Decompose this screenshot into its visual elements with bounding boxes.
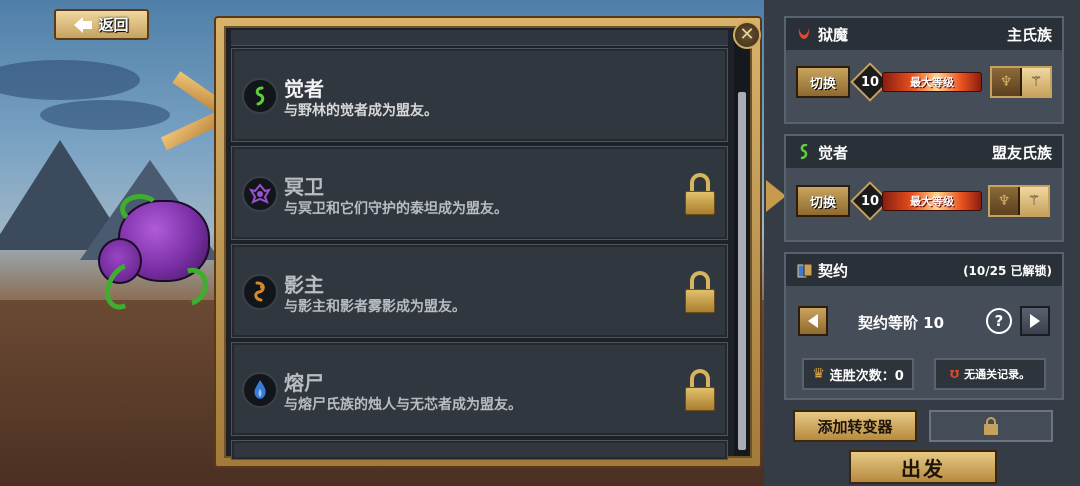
- back-button[interactable]: 返回: [54, 9, 149, 40]
- candle-flame-icon: [242, 372, 278, 408]
- clan-row-partial: [231, 440, 728, 460]
- switch-allied-clan-button[interactable]: 切换: [796, 185, 850, 217]
- clear-record-box: Ʊ 无通关记录。: [934, 358, 1046, 390]
- covenant-rank-decrease-button[interactable]: [798, 306, 828, 336]
- clan-description: 与冥卫和它们守护的泰坦成为盟友。: [284, 201, 508, 217]
- allied-clan-level: 10: [860, 193, 880, 209]
- back-button-label: 返回: [98, 16, 129, 34]
- primary-clan-header: 狱魔 主氏族: [786, 18, 1062, 50]
- allied-clan-name: 觉者: [818, 143, 849, 162]
- scrollbar-thumb[interactable]: [738, 92, 746, 450]
- demon-horns-icon: [796, 26, 812, 42]
- help-icon[interactable]: ?: [986, 308, 1012, 334]
- clan-pair-icon: Ʊ: [949, 367, 960, 381]
- clan-name: 影主: [284, 273, 324, 297]
- lock-icon: [685, 173, 715, 215]
- covenant-title: 契约: [818, 261, 849, 280]
- clan-row-dreadguard[interactable]: 冥卫 与冥卫和它们守护的泰坦成为盟友。: [231, 146, 728, 240]
- clan-row-awakened[interactable]: 觉者 与野林的觉者成为盟友。: [231, 48, 728, 142]
- clan-description: 与野林的觉者成为盟友。: [284, 103, 438, 119]
- champion-right-icon[interactable]: ⚚: [1018, 187, 1048, 215]
- locked-slot-button[interactable]: [929, 410, 1053, 442]
- clear-record-label: 无通关记录。: [964, 368, 1031, 381]
- cloud: [40, 100, 170, 130]
- lock-icon: [685, 271, 715, 313]
- covenant-cards-icon: [796, 262, 813, 278]
- champion-right-icon[interactable]: ⚚: [1020, 68, 1050, 96]
- selection-pointer-icon: [766, 180, 786, 212]
- dreadguard-sigil-icon: [242, 176, 278, 212]
- cloud: [0, 60, 140, 100]
- vine: [120, 194, 160, 224]
- covenant-panel: 契约 (10/25 已解锁) 契约等阶 10 ? ♛ 连胜次数：0 Ʊ 无通关记…: [784, 252, 1064, 400]
- arrow-left-icon: [808, 314, 818, 328]
- clan-row-shadowlord[interactable]: 影主 与影主和影者雾影成为盟友。: [231, 244, 728, 338]
- clan-row-umbra[interactable]: 熔尸 与熔尸氏族的烛人与无芯者成为盟友。: [231, 342, 728, 436]
- covenant-header: 契约 (10/25 已解锁): [786, 254, 1062, 286]
- back-arrow-icon: [74, 16, 93, 33]
- add-mutator-button[interactable]: 添加转变器: [793, 410, 917, 442]
- awakened-swirl-icon: [242, 78, 278, 114]
- covenant-rank-label: 契约等阶 10: [857, 314, 945, 332]
- clan-name: 觉者: [284, 77, 324, 101]
- awakened-swirl-icon: [796, 143, 812, 160]
- allied-clan-champion-toggle[interactable]: ♆ ⚚: [988, 185, 1050, 217]
- arrow-right-icon: [1030, 314, 1040, 328]
- lock-icon: [685, 369, 715, 411]
- covenant-rank-increase-button[interactable]: [1020, 306, 1050, 336]
- clan-name: 熔尸: [284, 371, 324, 395]
- primary-clan-name: 狱魔: [818, 25, 849, 44]
- primary-clan-role: 主氏族: [1006, 25, 1052, 44]
- clan-name: 冥卫: [284, 175, 324, 199]
- primary-clan-level: 10: [860, 74, 880, 90]
- allied-clan-role: 盟友氏族: [991, 143, 1052, 162]
- win-streak-label: 连胜次数：0: [829, 368, 904, 384]
- clan-description: 与影主和影者雾影成为盟友。: [284, 299, 466, 315]
- allied-clan-max-level-bar: 最大等级: [882, 191, 982, 211]
- switch-primary-clan-button[interactable]: 切换: [796, 66, 850, 98]
- clan-description: 与熔尸氏族的烛人与无芯者成为盟友。: [284, 397, 522, 413]
- allied-clan-header: 觉者 盟友氏族: [786, 136, 1062, 168]
- shadowlord-hook-icon: [242, 274, 278, 310]
- trophy-icon: ♛: [812, 366, 825, 382]
- primary-clan-max-level-bar: 最大等级: [882, 72, 982, 92]
- champion-left-icon[interactable]: ♆: [990, 187, 1018, 215]
- lock-icon: [984, 417, 998, 435]
- depart-button[interactable]: 出发: [849, 450, 997, 484]
- primary-clan-panel: 狱魔 主氏族 切换 10 最大等级 ♆ ⚚: [784, 16, 1064, 124]
- win-streak-box: ♛ 连胜次数：0: [802, 358, 914, 390]
- close-button[interactable]: ✕: [733, 21, 761, 49]
- list-top-edge: [231, 30, 728, 46]
- allied-clan-panel: 觉者 盟友氏族 切换 10 最大等级 ♆ ⚚: [784, 134, 1064, 242]
- champion-left-icon[interactable]: ♆: [992, 68, 1020, 96]
- primary-clan-champion-toggle[interactable]: ♆ ⚚: [990, 66, 1052, 98]
- covenant-unlocked-count: (10/25 已解锁): [963, 263, 1052, 278]
